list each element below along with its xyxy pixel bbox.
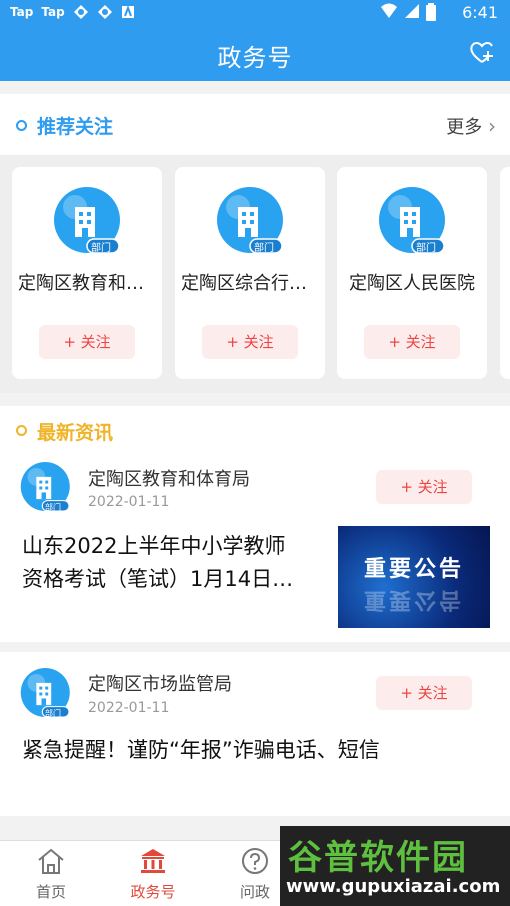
follow-button[interactable]: + 关注 — [376, 470, 472, 504]
question-icon — [242, 848, 268, 874]
app-icon — [97, 5, 112, 19]
government-building-icon — [141, 849, 165, 873]
more-link[interactable]: 更多 › — [446, 113, 496, 139]
section-dot-icon — [16, 425, 27, 436]
org-badge: 部门 — [91, 243, 111, 254]
building-icon — [217, 187, 283, 254]
follow-button[interactable]: + 关注 — [364, 325, 460, 359]
app-icon — [121, 5, 134, 18]
follow-button[interactable]: + 关注 — [376, 676, 472, 710]
next-card-peek — [500, 167, 510, 379]
org-card[interactable]: 部门 定陶区综合行政执法局 + 关注 — [175, 167, 325, 379]
thumbnail-text: 重要公告 — [363, 557, 464, 582]
latest-title: 最新资讯 — [37, 422, 114, 444]
org-card[interactable]: 部门 定陶区教育和体育局 + 关注 — [12, 167, 162, 379]
signal-icon — [405, 4, 419, 18]
news-source: 定陶区教育和体育局 — [88, 469, 250, 490]
recommend-cards: 部门 定陶区教育和体育局 + 关注 部门 定陶区综合行政执法局 + 关注 — [0, 155, 510, 393]
org-logo: 部门 — [216, 187, 286, 261]
org-badge: 部门 — [416, 243, 436, 254]
tab-label: 首页 — [35, 883, 66, 901]
tab-home[interactable]: 首页 — [0, 847, 102, 902]
app-icon — [73, 5, 88, 19]
latest-section: 最新资讯 — [0, 406, 510, 452]
page-title: 政务号 — [217, 44, 293, 72]
org-badge: 部门 — [45, 709, 61, 718]
news-date: 2022-01-11 — [88, 700, 170, 716]
org-name: 定陶区教育和体育局 — [18, 273, 156, 294]
news-headline[interactable]: 山东2022上半年中小学教师 资格考试（笔试）1月14日… — [22, 530, 293, 596]
app-bar: 政务号 — [0, 26, 510, 81]
news-source: 定陶区市场监管局 — [88, 674, 232, 695]
org-badge: 部门 — [254, 243, 274, 254]
watermark-title: 谷普软件园 — [288, 838, 468, 878]
headline-line: 山东2022上半年中小学教师 — [22, 534, 286, 558]
taptap-icon: Tap — [10, 5, 34, 19]
home-icon — [38, 848, 64, 874]
org-logo: 部门 — [20, 462, 72, 518]
recommend-title: 推荐关注 — [37, 116, 114, 138]
org-badge: 部门 — [45, 503, 61, 512]
taptap-icon: Tap — [41, 5, 65, 19]
headline-line: 资格考试（笔试）1月14日… — [22, 567, 294, 591]
news-item[interactable]: 部门 定陶区市场监管局 2022-01-11 + 关注 紧急提醒！谨防“年报”诈… — [0, 652, 510, 816]
building-icon — [379, 187, 445, 254]
org-name: 定陶区综合行政执法局 — [181, 273, 319, 294]
follow-button[interactable]: + 关注 — [39, 325, 135, 359]
more-label: 更多 — [446, 117, 483, 138]
watermark-url: www.gupuxiazai.com — [286, 876, 501, 897]
status-right-icons — [380, 3, 436, 21]
tab-label: 政务号 — [130, 883, 176, 901]
status-bar: Tap Tap 6:41 — [0, 0, 510, 26]
org-card[interactable]: 部门 定陶区人民医院 + 关注 — [337, 167, 487, 379]
news-thumbnail[interactable]: 重要公告 重要公告 — [338, 526, 490, 628]
tab-government[interactable]: 政务号 — [102, 847, 204, 902]
status-time: 6:41 — [462, 3, 498, 22]
watermark-logo: 谷普软件园 www.gupuxiazai.com — [280, 826, 510, 906]
thumbnail-reflection: 重要公告 — [363, 587, 464, 612]
wifi-icon — [381, 3, 397, 18]
org-logo: 部门 — [20, 668, 72, 724]
chevron-right-icon: › — [488, 114, 496, 138]
recommend-section: 推荐关注 更多 › — [0, 94, 510, 155]
recommend-header: 推荐关注 更多 › — [0, 102, 510, 148]
org-logo: 部门 — [53, 187, 123, 261]
battery-icon — [426, 3, 436, 21]
org-logo: 部门 — [378, 187, 448, 261]
org-name: 定陶区人民医院 — [349, 273, 475, 294]
news-headline[interactable]: 紧急提醒！谨防“年报”诈骗电话、短信 — [22, 734, 380, 767]
news-item[interactable]: 部门 定陶区教育和体育局 2022-01-11 + 关注 山东2022上半年中小… — [0, 452, 510, 642]
news-date: 2022-01-11 — [88, 494, 170, 510]
section-dot-icon — [16, 120, 27, 131]
status-left-icons: Tap Tap — [10, 4, 135, 20]
follow-button[interactable]: + 关注 — [202, 325, 298, 359]
favorite-add-icon[interactable] — [468, 38, 496, 66]
building-icon — [54, 187, 120, 254]
